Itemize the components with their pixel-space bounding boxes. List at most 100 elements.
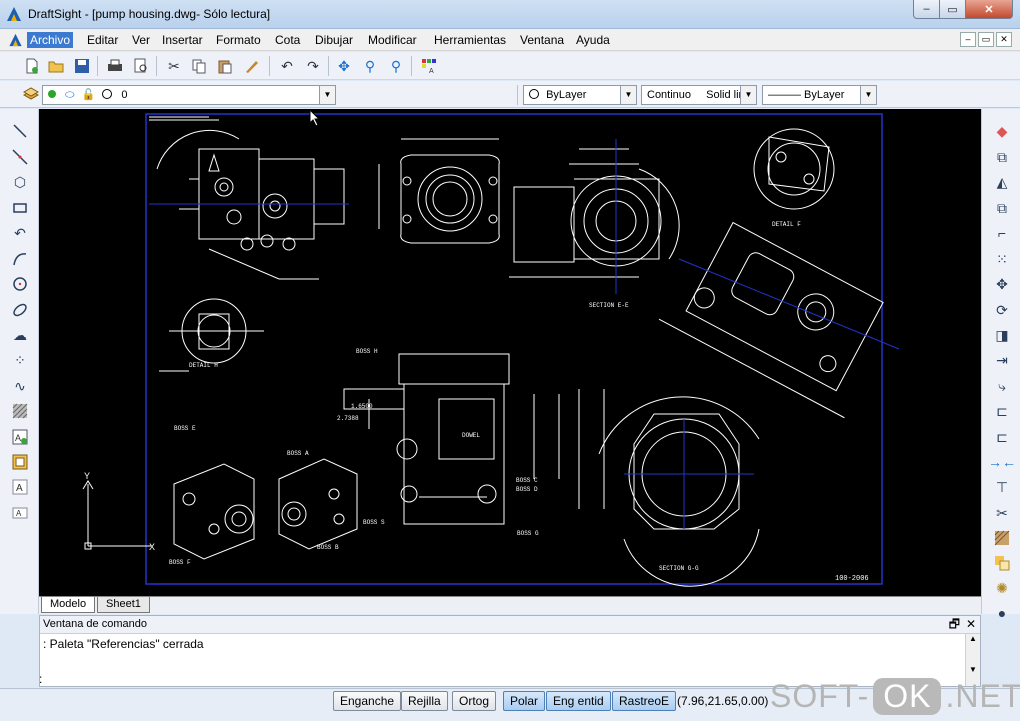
pan-icon[interactable]: ✥ xyxy=(333,55,355,77)
pattern-icon[interactable]: ⌐ xyxy=(992,223,1012,243)
label-dim-2: 1.6500 xyxy=(351,403,373,410)
bomb-icon[interactable]: ● xyxy=(992,603,1012,623)
snap-toggle-button[interactable]: Enganche xyxy=(333,691,402,711)
tab-modelo[interactable]: Modelo xyxy=(41,597,96,613)
undo-icon[interactable]: ↶ xyxy=(276,55,298,77)
ortho-toggle-button[interactable]: Ortog xyxy=(452,691,497,711)
match-properties-icon[interactable] xyxy=(241,55,263,77)
copy-entity-icon[interactable]: ⧉ xyxy=(992,147,1012,167)
line-icon[interactable] xyxy=(10,121,30,141)
print-preview-icon[interactable] xyxy=(130,55,152,77)
menu-insertar[interactable]: Insertar xyxy=(159,32,206,48)
trim-icon[interactable]: ⤷ xyxy=(992,376,1012,396)
print-icon[interactable] xyxy=(104,55,126,77)
points-icon[interactable]: ⁘ xyxy=(10,350,30,370)
new-file-icon[interactable] xyxy=(21,55,43,77)
simple-note-icon[interactable]: A xyxy=(10,503,30,523)
fillet-icon[interactable]: ⊏ xyxy=(992,427,1012,447)
document-minimize-button[interactable]: – xyxy=(960,32,976,47)
drawing-canvas[interactable]: Y X BOSS H BOSS E BOSS A BOSS B BOSS C B… xyxy=(39,109,981,596)
menu-formato[interactable]: Formato xyxy=(213,32,264,48)
paste-icon[interactable] xyxy=(214,55,236,77)
maximize-button[interactable]: ▭ xyxy=(939,0,966,19)
break-icon[interactable]: ✂ xyxy=(992,503,1012,523)
modify-toolbar: ◆ ⧉ ◭ ⧉ ⌐ ⁙ ✥ ⟳ ◨ ⇥ ⤷ ⊏ ⊏ →← ⊤ ✂ ✺ ● xyxy=(981,109,1020,621)
menu-dibujar[interactable]: Dibujar xyxy=(312,32,356,48)
redo-icon[interactable]: ↷ xyxy=(302,55,324,77)
scale-icon[interactable]: ◨ xyxy=(992,325,1012,345)
menu-modificar[interactable]: Modificar xyxy=(365,32,420,48)
zoom-window-icon[interactable]: ⚲ xyxy=(359,55,381,77)
explode-icon[interactable] xyxy=(992,528,1012,548)
layer-manager-icon[interactable] xyxy=(20,83,42,105)
tab-sheet1[interactable]: Sheet1 xyxy=(97,597,150,613)
float-window-icon[interactable]: 🗗 xyxy=(949,616,960,633)
move-icon[interactable]: ✥ xyxy=(992,274,1012,294)
order-icon[interactable]: ✺ xyxy=(992,578,1012,598)
menu-ver[interactable]: Ver xyxy=(129,32,153,48)
grid-toggle-button[interactable]: Rejilla xyxy=(401,691,448,711)
menu-archivo[interactable]: Archivo xyxy=(27,32,74,48)
rotate-icon[interactable]: ⟳ xyxy=(992,300,1012,320)
label-section-e: SECTION E-E xyxy=(589,302,629,309)
insert-block-icon[interactable]: A xyxy=(10,427,30,447)
menu-herramientas[interactable]: Herramientas xyxy=(431,32,509,48)
polygon-icon[interactable]: ⬡ xyxy=(10,172,30,192)
menu-editar[interactable]: Editar xyxy=(84,32,121,48)
cut-icon[interactable]: ✂ xyxy=(163,55,185,77)
minimize-button[interactable]: – xyxy=(913,0,940,19)
arc-icon[interactable]: ↶ xyxy=(10,223,30,243)
document-restore-button[interactable]: ▭ xyxy=(978,32,994,47)
ellipse-icon[interactable] xyxy=(10,300,30,320)
menu-ayuda[interactable]: Ayuda xyxy=(573,32,613,48)
copy-icon[interactable] xyxy=(188,55,210,77)
stretch-icon[interactable]: ⇥ xyxy=(992,350,1012,370)
open-folder-icon[interactable] xyxy=(45,55,67,77)
close-button[interactable]: ✕ xyxy=(965,0,1013,19)
spline-icon[interactable] xyxy=(10,249,30,269)
join-icon[interactable]: ⊤ xyxy=(992,477,1012,497)
properties-palette-icon[interactable]: A xyxy=(418,55,440,77)
label-dowel: DOWEL xyxy=(462,432,480,439)
edit-hatch-icon[interactable] xyxy=(992,553,1012,573)
entity-track-toggle-button[interactable]: RastreoE xyxy=(612,691,677,711)
toolbar-separator xyxy=(328,56,329,76)
lineweight-dropdown[interactable]: ——— ByLayer ▼ xyxy=(762,85,877,105)
chevron-down-icon: ▼ xyxy=(319,86,335,104)
color-dropdown[interactable]: ByLayer ▼ xyxy=(523,85,637,105)
sheet-tabs: Modelo Sheet1 xyxy=(39,596,981,614)
watermark-mid: OK xyxy=(873,677,942,715)
linetype-dropdown[interactable]: Continuo Solid line ▼ xyxy=(641,85,757,105)
label-detail-h: DETAIL H xyxy=(189,362,218,369)
array-icon[interactable]: ⁙ xyxy=(992,249,1012,269)
toolbar-separator xyxy=(411,56,412,76)
entity-snap-toggle-button[interactable]: Eng entid xyxy=(546,691,611,711)
current-layer-name: 0 xyxy=(121,89,128,101)
polar-toggle-button[interactable]: Polar xyxy=(503,691,546,711)
chamfer-icon[interactable]: →← xyxy=(988,452,1016,472)
make-block-icon[interactable] xyxy=(10,452,30,472)
offset-icon[interactable]: ⧉ xyxy=(992,198,1012,218)
erase-icon[interactable]: ◆ xyxy=(992,121,1012,141)
text-icon[interactable]: A xyxy=(10,477,30,497)
layer-dropdown[interactable]: ⬭ 🔓 0 ▼ xyxy=(42,85,336,105)
toolbar-separator xyxy=(269,56,270,76)
save-icon[interactable] xyxy=(71,55,93,77)
extend-icon[interactable]: ⊏ xyxy=(992,401,1012,421)
color-swatch-icon xyxy=(529,89,539,99)
document-close-button[interactable]: ✕ xyxy=(996,32,1012,47)
mirror-icon[interactable]: ◭ xyxy=(992,172,1012,192)
hatch-icon[interactable] xyxy=(10,401,30,421)
freehand-icon[interactable]: ∿ xyxy=(10,376,30,396)
scroll-up-icon[interactable]: ▲ xyxy=(966,634,980,643)
menu-cota[interactable]: Cota xyxy=(272,32,303,48)
close-icon[interactable]: ✕ xyxy=(966,616,976,633)
circle-icon[interactable] xyxy=(10,274,30,294)
infinite-line-icon[interactable] xyxy=(10,147,30,167)
command-input[interactable]: : xyxy=(39,672,42,686)
revision-cloud-icon[interactable]: ☁ xyxy=(10,325,30,345)
zoom-previous-icon[interactable]: ⚲ xyxy=(385,55,407,77)
layer-lock-icon: 🔓 xyxy=(81,89,96,101)
menu-ventana[interactable]: Ventana xyxy=(517,32,567,48)
rectangle-icon[interactable] xyxy=(10,198,30,218)
